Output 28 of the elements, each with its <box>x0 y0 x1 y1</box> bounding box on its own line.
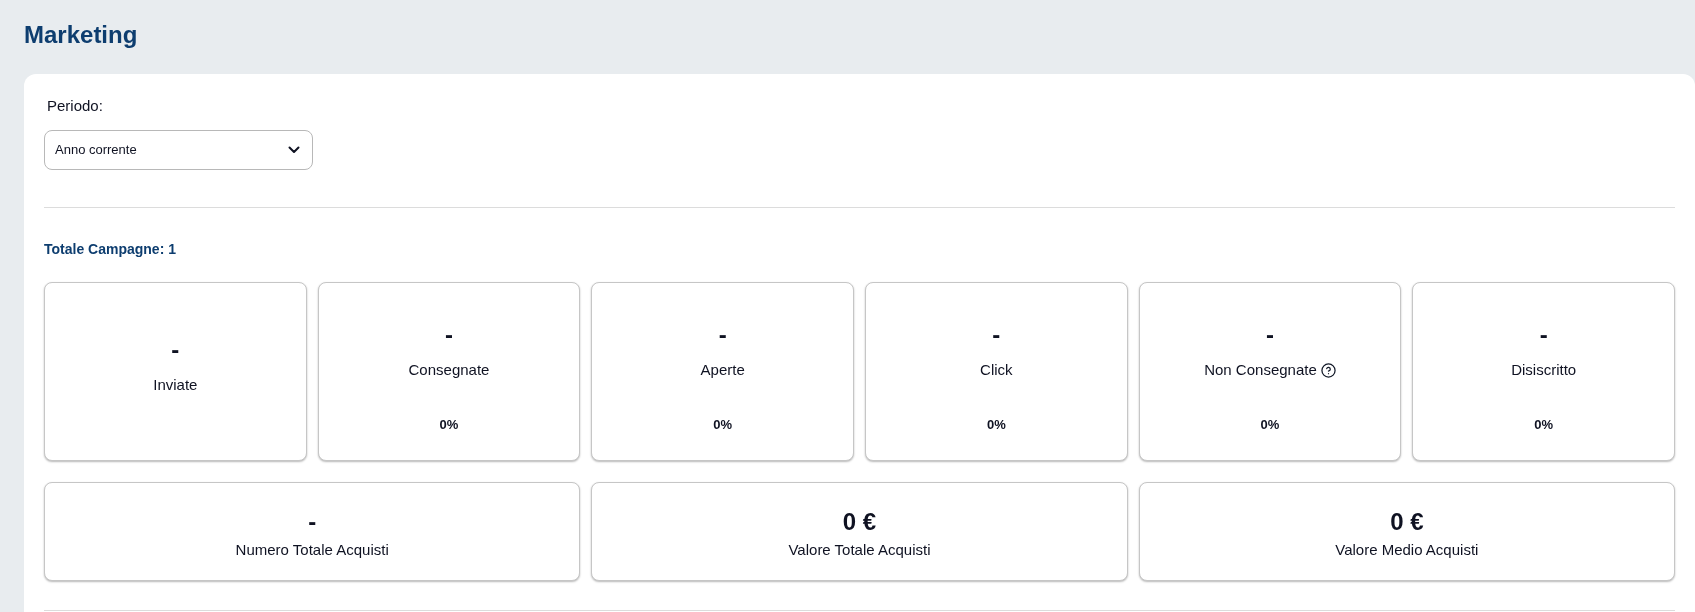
stat-value: - <box>1539 321 1548 349</box>
campaign-total: Totale Campagne: 1 <box>44 240 176 259</box>
stat-percent: 0% <box>1534 416 1554 434</box>
stat-value: - <box>992 321 1001 349</box>
stat-percent: 0% <box>986 416 1006 434</box>
purchase-value: 0 € <box>842 508 877 536</box>
purchase-label: Valore Medio Acquisti <box>1335 540 1479 560</box>
purchase-value: - <box>308 508 317 536</box>
stat-label: Disiscritto <box>1511 360 1577 380</box>
stat-label: Aperte <box>700 360 745 380</box>
period-select[interactable]: Anno corrente <box>44 130 313 170</box>
purchase-label: Valore Totale Acquisti <box>788 540 931 560</box>
stat-label: Non Consegnate <box>1204 360 1317 380</box>
period-label: Periodo: <box>47 96 103 116</box>
stat-label: Consegnate <box>408 360 490 380</box>
stat-value: - <box>171 336 180 364</box>
stat-value: - <box>718 321 727 349</box>
purchase-label: Numero Totale Acquisti <box>235 540 389 560</box>
stat-value: - <box>1266 321 1274 349</box>
chevron-down-icon <box>288 146 300 154</box>
stat-percent: 0% <box>439 416 459 434</box>
purchase-value: 0 € <box>1390 508 1424 536</box>
stat-percent: 0% <box>1260 416 1280 434</box>
stat-percent: 0% <box>713 416 733 434</box>
stat-label: Click <box>980 360 1013 380</box>
stat-value: - <box>445 321 453 349</box>
stat-label: Inviate <box>153 375 198 395</box>
page-title: Marketing <box>24 21 138 49</box>
